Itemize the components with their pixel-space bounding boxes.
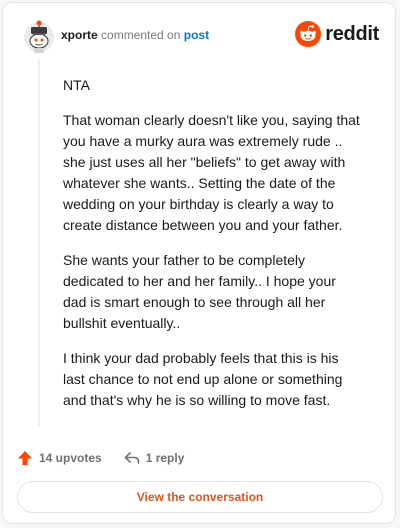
upvote-count: 14 upvotes bbox=[39, 451, 102, 465]
comment-body: NTA That woman clearly doesn't like you,… bbox=[63, 75, 363, 425]
comment-card: xporte commented on post reddit NTA That… bbox=[2, 2, 396, 524]
comment-paragraph: That woman clearly doesn't like you, say… bbox=[63, 112, 360, 233]
user-avatar[interactable] bbox=[19, 15, 59, 55]
comment-paragraph: I think your dad probably feels that thi… bbox=[63, 350, 343, 408]
post-link[interactable]: post bbox=[184, 28, 209, 42]
comment-username[interactable]: xporte bbox=[61, 28, 98, 42]
reply-button[interactable]: 1 reply bbox=[124, 451, 185, 465]
comment-paragraph: NTA bbox=[63, 77, 90, 93]
thread-line[interactable] bbox=[38, 59, 40, 427]
comment-paragraph: She wants your father to be completely d… bbox=[63, 252, 336, 331]
view-conversation-button[interactable]: View the conversation bbox=[17, 481, 383, 513]
reddit-brand[interactable]: reddit bbox=[295, 20, 379, 48]
reply-arrow-icon bbox=[124, 452, 140, 464]
reddit-logo-icon bbox=[295, 21, 322, 47]
comment-header: xporte commented on post reddit bbox=[19, 15, 379, 55]
upvote-button[interactable]: 14 upvotes bbox=[17, 450, 102, 466]
commented-on-text: commented on bbox=[101, 28, 181, 42]
reply-count: 1 reply bbox=[145, 451, 185, 465]
brand-wordmark: reddit bbox=[325, 22, 379, 45]
comment-actions: 14 upvotes 1 reply bbox=[17, 447, 206, 469]
upvote-arrow-icon bbox=[18, 451, 32, 465]
comment-meta: xporte commented on post bbox=[61, 27, 209, 43]
snoo-avatar-icon bbox=[24, 20, 54, 53]
